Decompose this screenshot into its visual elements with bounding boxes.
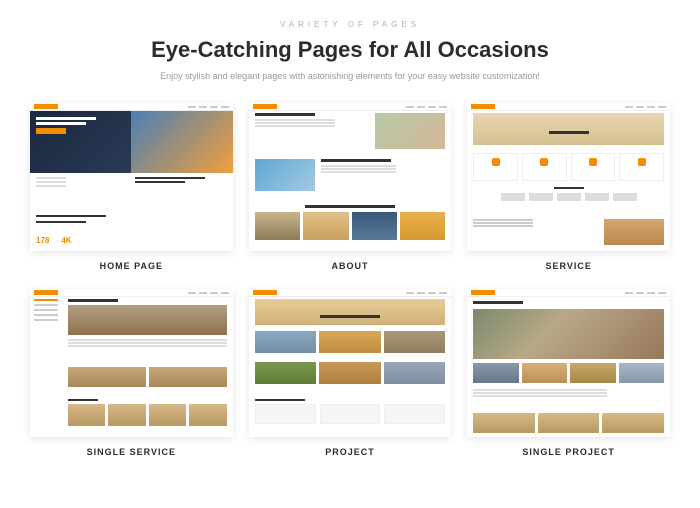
card-home: 178 4K HOME PAGE — [30, 103, 233, 271]
thumb-about[interactable] — [249, 103, 452, 251]
thumb-project[interactable] — [249, 289, 452, 437]
thumb-single-project[interactable] — [467, 289, 670, 437]
caption-about: ABOUT — [331, 261, 368, 271]
thumb-single-service[interactable] — [30, 289, 233, 437]
stat-1: 178 — [36, 236, 49, 245]
stat-2: 4K — [61, 236, 71, 245]
thumb-service[interactable] — [467, 103, 670, 251]
pages-grid: 178 4K HOME PAGE ABOUT SERVICE SINGLE SE… — [30, 103, 670, 457]
subtitle: Enjoy stylish and elegant pages with ast… — [30, 71, 670, 81]
card-single-service: SINGLE SERVICE — [30, 289, 233, 457]
card-service: SERVICE — [467, 103, 670, 271]
caption-project: PROJECT — [325, 447, 375, 457]
caption-home: HOME PAGE — [100, 261, 163, 271]
card-project: PROJECT — [249, 289, 452, 457]
card-single-project: SINGLE PROJECT — [467, 289, 670, 457]
caption-service: SERVICE — [545, 261, 591, 271]
page-title: Eye-Catching Pages for All Occasions — [30, 37, 670, 63]
thumb-home[interactable]: 178 4K — [30, 103, 233, 251]
caption-single-service: SINGLE SERVICE — [87, 447, 176, 457]
eyebrow: VARIETY OF PAGES — [30, 20, 670, 29]
card-about: ABOUT — [249, 103, 452, 271]
caption-single-project: SINGLE PROJECT — [522, 447, 615, 457]
